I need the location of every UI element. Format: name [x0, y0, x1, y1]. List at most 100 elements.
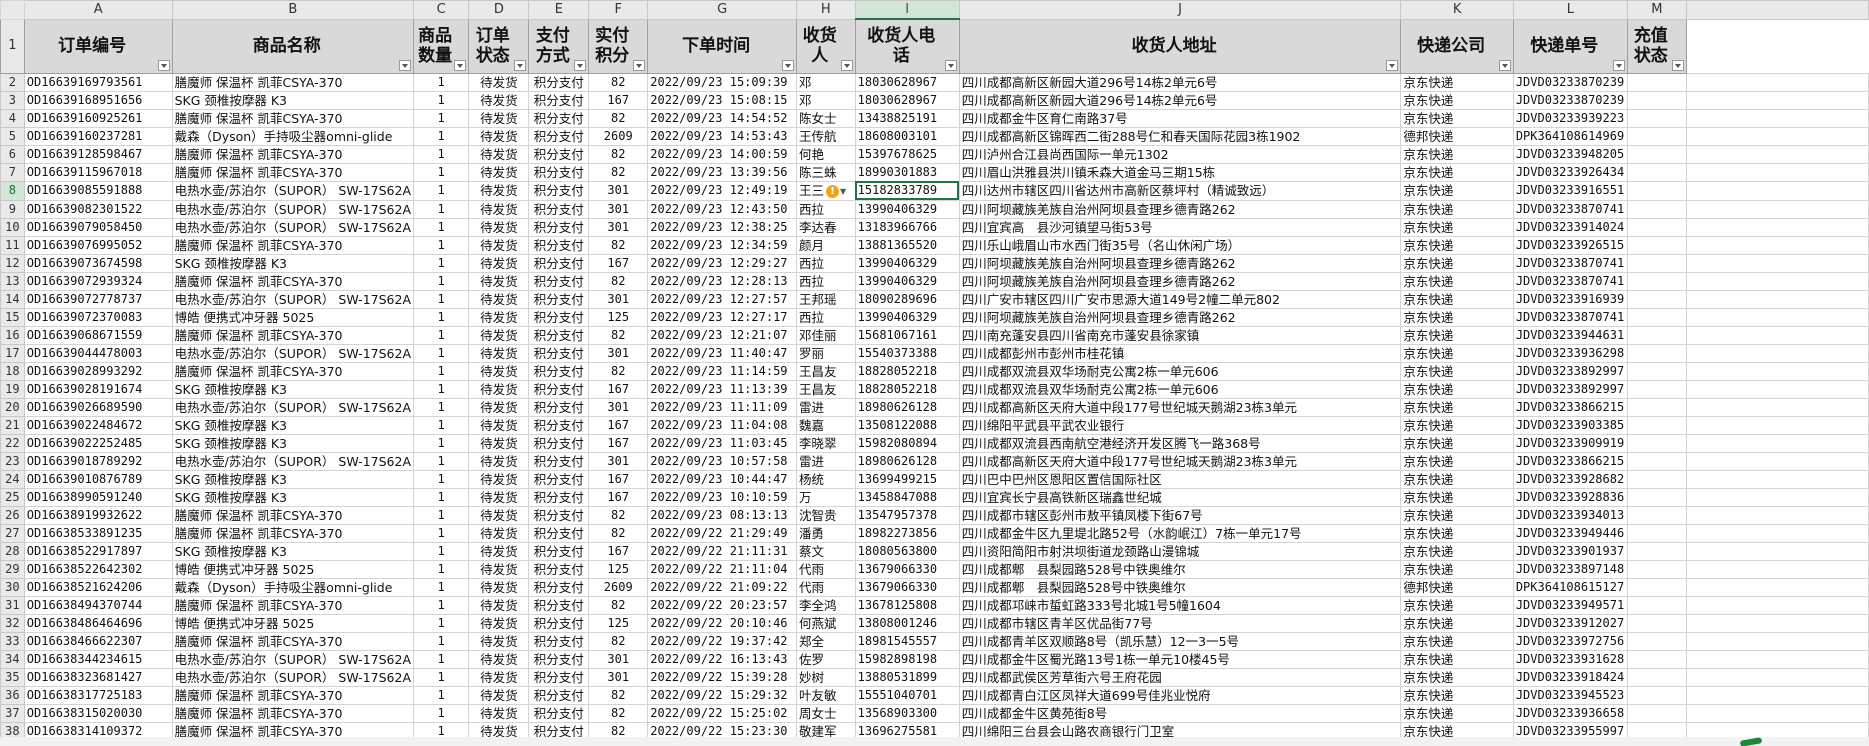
- row-number[interactable]: 2: [0, 72, 25, 92]
- cell-payment-method[interactable]: 积分支付: [528, 595, 590, 615]
- row-number[interactable]: 7: [0, 162, 25, 182]
- cell-order-status[interactable]: 待发货: [468, 108, 530, 128]
- empty-cell[interactable]: [1685, 541, 1869, 561]
- cell-points[interactable]: 167: [588, 253, 649, 273]
- cell-recharge-status[interactable]: [1626, 613, 1687, 633]
- cell-order-status[interactable]: 待发货: [468, 649, 530, 669]
- cell-tracking-number[interactable]: JDVD03233931628: [1512, 649, 1628, 669]
- cell-order-time[interactable]: 2022/09/23 12:27:57: [647, 289, 797, 309]
- cell-quantity[interactable]: 1: [412, 72, 470, 92]
- cell-payment-method[interactable]: 积分支付: [528, 343, 590, 363]
- cell-recipient[interactable]: 代雨: [795, 559, 856, 579]
- empty-cell[interactable]: [1685, 451, 1869, 471]
- cell-tracking-number[interactable]: JDVD03233916939: [1512, 289, 1628, 309]
- row-number[interactable]: 29: [0, 559, 25, 579]
- cell-product-name[interactable]: 膳魔师 保温杯 凯菲CSYA-370: [171, 703, 415, 723]
- cell-order-status[interactable]: 待发货: [468, 577, 530, 597]
- filter-dropdown-icon[interactable]: [781, 59, 794, 71]
- cell-points[interactable]: 167: [588, 469, 649, 489]
- cell-order-id[interactable]: OD16638317725183: [23, 685, 173, 705]
- cell-recharge-status[interactable]: [1626, 379, 1687, 399]
- cell-recipient-phone[interactable]: 13990406329: [854, 253, 960, 273]
- cell-courier[interactable]: 京东快递: [1400, 487, 1514, 507]
- cell-recipient-phone[interactable]: 18990301883: [854, 162, 960, 182]
- row-number[interactable]: 20: [0, 397, 25, 417]
- cell-courier[interactable]: 京东快递: [1400, 523, 1514, 543]
- cell-courier[interactable]: 京东快递: [1400, 631, 1514, 651]
- empty-cell[interactable]: [1685, 108, 1869, 128]
- cell-payment-method[interactable]: 积分支付: [528, 559, 590, 579]
- cell-points[interactable]: 167: [588, 90, 649, 110]
- cell-payment-method[interactable]: 积分支付: [528, 649, 590, 669]
- cell-recipient-phone[interactable]: 18090289696: [854, 289, 960, 309]
- cell-recipient-phone[interactable]: 13458847088: [854, 487, 960, 507]
- cell-recipient-address[interactable]: 四川成都金牛区蜀光路13号1栋一单元10楼45号: [958, 649, 1402, 669]
- cell-recipient[interactable]: 邓: [795, 72, 856, 92]
- cell-points[interactable]: 125: [588, 613, 649, 633]
- cell-order-status[interactable]: 待发货: [468, 162, 530, 182]
- cell-courier[interactable]: 京东快递: [1400, 235, 1514, 255]
- cell-product-name[interactable]: 膳魔师 保温杯 凯菲CSYA-370: [171, 72, 415, 92]
- empty-cell[interactable]: [1685, 577, 1869, 597]
- cell-recipient-phone[interactable]: 13547957378: [854, 505, 960, 525]
- cell-payment-method[interactable]: 积分支付: [528, 379, 590, 399]
- cell-recharge-status[interactable]: [1626, 126, 1687, 146]
- cell-courier[interactable]: 京东快递: [1400, 397, 1514, 417]
- cell-order-id[interactable]: OD16639018789292: [23, 451, 173, 471]
- cell-quantity[interactable]: 1: [412, 685, 470, 705]
- cell-recipient[interactable]: 罗丽: [795, 343, 856, 363]
- cell-payment-method[interactable]: 积分支付: [528, 397, 590, 417]
- row-number[interactable]: 15: [0, 307, 25, 327]
- cell-order-id[interactable]: OD16639028191674: [23, 379, 173, 399]
- cell-payment-method[interactable]: 积分支付: [528, 505, 590, 525]
- empty-cell[interactable]: [1685, 199, 1869, 219]
- cell-order-time[interactable]: 2022/09/23 12:49:19: [647, 180, 797, 201]
- empty-cell[interactable]: [1685, 343, 1869, 363]
- cell-payment-method[interactable]: 积分支付: [528, 361, 590, 381]
- cell-payment-method[interactable]: 积分支付: [528, 541, 590, 561]
- cell-order-id[interactable]: OD16638494370744: [23, 595, 173, 615]
- cell-recharge-status[interactable]: [1626, 180, 1687, 201]
- cell-order-status[interactable]: 待发货: [468, 667, 530, 687]
- cell-quantity[interactable]: 1: [412, 217, 470, 237]
- cell-recipient-phone[interactable]: 15397678625: [854, 144, 960, 164]
- cell-order-status[interactable]: 待发货: [468, 307, 530, 327]
- cell-order-time[interactable]: 2022/09/23 12:27:17: [647, 307, 797, 327]
- cell-payment-method[interactable]: 积分支付: [528, 144, 590, 164]
- cell-courier[interactable]: 京东快递: [1400, 144, 1514, 164]
- cell-courier[interactable]: 京东快递: [1400, 595, 1514, 615]
- cell-order-status[interactable]: 待发货: [468, 631, 530, 651]
- cell-payment-method[interactable]: 积分支付: [528, 90, 590, 110]
- row-number[interactable]: 22: [0, 433, 25, 453]
- cell-quantity[interactable]: 1: [412, 415, 470, 435]
- empty-cell[interactable]: [1685, 649, 1869, 669]
- cell-quantity[interactable]: 1: [412, 199, 470, 219]
- cell-payment-method[interactable]: 积分支付: [528, 271, 590, 291]
- cell-tracking-number[interactable]: JDVD03233936658: [1512, 703, 1628, 723]
- cell-points[interactable]: 82: [588, 144, 649, 164]
- cell-order-time[interactable]: 2022/09/22 15:39:28: [647, 667, 797, 687]
- cell-payment-method[interactable]: 积分支付: [528, 415, 590, 435]
- cell-recipient-phone[interactable]: 18080563800: [854, 541, 960, 561]
- cell-recipient[interactable]: 万: [795, 487, 856, 507]
- cell-order-status[interactable]: 待发货: [468, 415, 530, 435]
- empty-cell[interactable]: [1685, 595, 1869, 615]
- cell-tracking-number[interactable]: JDVD03233901937: [1512, 541, 1628, 561]
- column-header-m[interactable]: M: [1626, 0, 1687, 20]
- row-number[interactable]: 37: [0, 703, 25, 723]
- cell-quantity[interactable]: 1: [412, 613, 470, 633]
- cell-payment-method[interactable]: 积分支付: [528, 451, 590, 471]
- header-recipient-address[interactable]: 收货人地址: [958, 18, 1402, 74]
- cell-payment-method[interactable]: 积分支付: [528, 577, 590, 597]
- cell-recharge-status[interactable]: [1626, 541, 1687, 561]
- cell-recharge-status[interactable]: [1626, 199, 1687, 219]
- cell-recharge-status[interactable]: [1626, 90, 1687, 110]
- empty-cell[interactable]: [1685, 217, 1869, 237]
- cell-recipient-address[interactable]: 四川成都金牛区黄苑街8号: [958, 703, 1402, 723]
- row-number[interactable]: 18: [0, 361, 25, 381]
- cell-points[interactable]: 82: [588, 162, 649, 182]
- cell-product-name[interactable]: 博皓 便携式冲牙器 5025: [171, 307, 415, 327]
- column-header-h[interactable]: H: [795, 0, 856, 20]
- cell-order-time[interactable]: 2022/09/23 11:13:39: [647, 379, 797, 399]
- row-number[interactable]: 4: [0, 108, 25, 128]
